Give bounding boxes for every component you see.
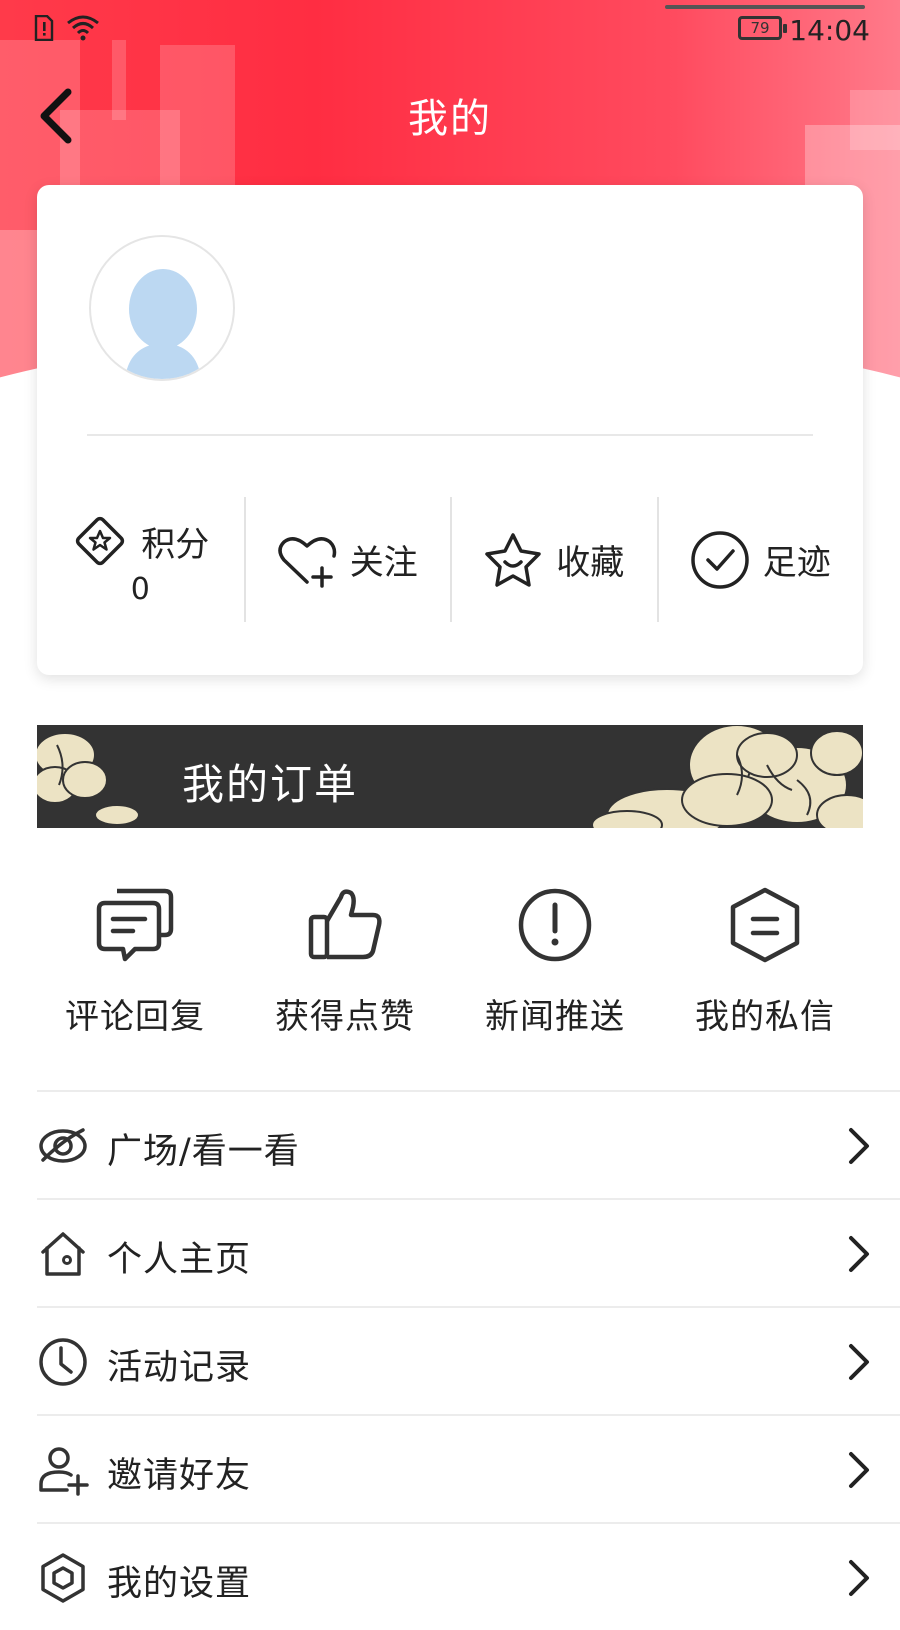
menu-item-activity[interactable]: 活动记录 [37,1306,900,1414]
menu-item-square[interactable]: 广场/看一看 [37,1090,900,1198]
profile-card: 积分 0 关注 收藏 足迹 [37,185,863,675]
orders-banner[interactable]: 我的订单 [37,725,863,828]
clock: 14:04 [789,14,870,47]
eye-icon [39,1128,87,1163]
comment-reply-icon [96,888,174,962]
stats-row: 积分 0 关注 收藏 足迹 [37,497,863,622]
chevron-right-icon [849,1344,869,1380]
chevron-right-icon [849,1128,869,1164]
quick-action-label: 新闻推送 [485,997,625,1037]
quick-action-label: 获得点赞 [275,997,415,1037]
menu-item-label: 邀请好友 [107,1456,252,1496]
menu-item-label: 活动记录 [107,1348,252,1388]
stat-follow[interactable]: 关注 [243,497,451,622]
quick-actions: 评论回复 获得点赞 新闻推送 我的私信 [30,885,870,1045]
menu-item-settings[interactable]: 我的设置 [37,1522,900,1630]
message-hexagon-icon [730,887,800,963]
stat-history[interactable]: 足迹 [656,497,864,622]
quick-action-label: 评论回复 [65,997,205,1037]
star-icon [485,532,541,587]
settings-hexagon-icon [41,1553,85,1603]
points-value: 0 [130,572,150,607]
stat-points[interactable]: 积分 0 [37,497,244,622]
status-indicator-line [665,5,865,9]
alert-icon [518,888,592,962]
card-divider [87,434,813,436]
quick-action-comment-reply[interactable]: 评论回复 [30,885,240,1045]
menu-list: 广场/看一看 个人主页 活动记录 邀请好友 我的设置 [37,1090,900,1630]
history-label: 足迹 [762,543,831,583]
follow-label: 关注 [349,543,418,583]
quick-action-messages[interactable]: 我的私信 [660,885,870,1045]
stat-favorites[interactable]: 收藏 [450,497,657,622]
add-user-icon [39,1447,89,1496]
orders-title: 我的订单 [182,760,359,809]
quick-action-news-push[interactable]: 新闻推送 [450,885,660,1045]
thumbs-up-icon [308,889,382,960]
chevron-right-icon [849,1236,869,1272]
chevron-right-icon [849,1560,869,1596]
heart-plus-icon [278,536,336,588]
wifi-icon [67,15,99,41]
sim-alert-icon [34,15,54,41]
avatar[interactable] [89,235,235,381]
menu-item-label: 个人主页 [107,1240,252,1280]
page-title: 我的 [408,96,492,142]
chevron-right-icon [849,1452,869,1488]
menu-item-label: 广场/看一看 [107,1132,300,1172]
status-bar: 79 14:04 [0,0,900,60]
menu-item-invite[interactable]: 邀请好友 [37,1414,900,1522]
quick-action-label: 我的私信 [695,997,835,1037]
points-label: 积分 [141,524,210,565]
home-icon [41,1232,85,1276]
peony-decoration [37,725,863,828]
menu-item-label: 我的设置 [107,1564,252,1604]
battery-indicator: 79 [738,16,787,40]
menu-item-homepage[interactable]: 个人主页 [37,1198,900,1306]
quick-action-likes[interactable]: 获得点赞 [240,885,450,1045]
clock-icon [39,1338,87,1386]
check-circle-icon [691,530,749,589]
points-diamond-icon [76,516,125,566]
default-avatar-icon [125,269,201,379]
favorites-label: 收藏 [556,543,625,583]
